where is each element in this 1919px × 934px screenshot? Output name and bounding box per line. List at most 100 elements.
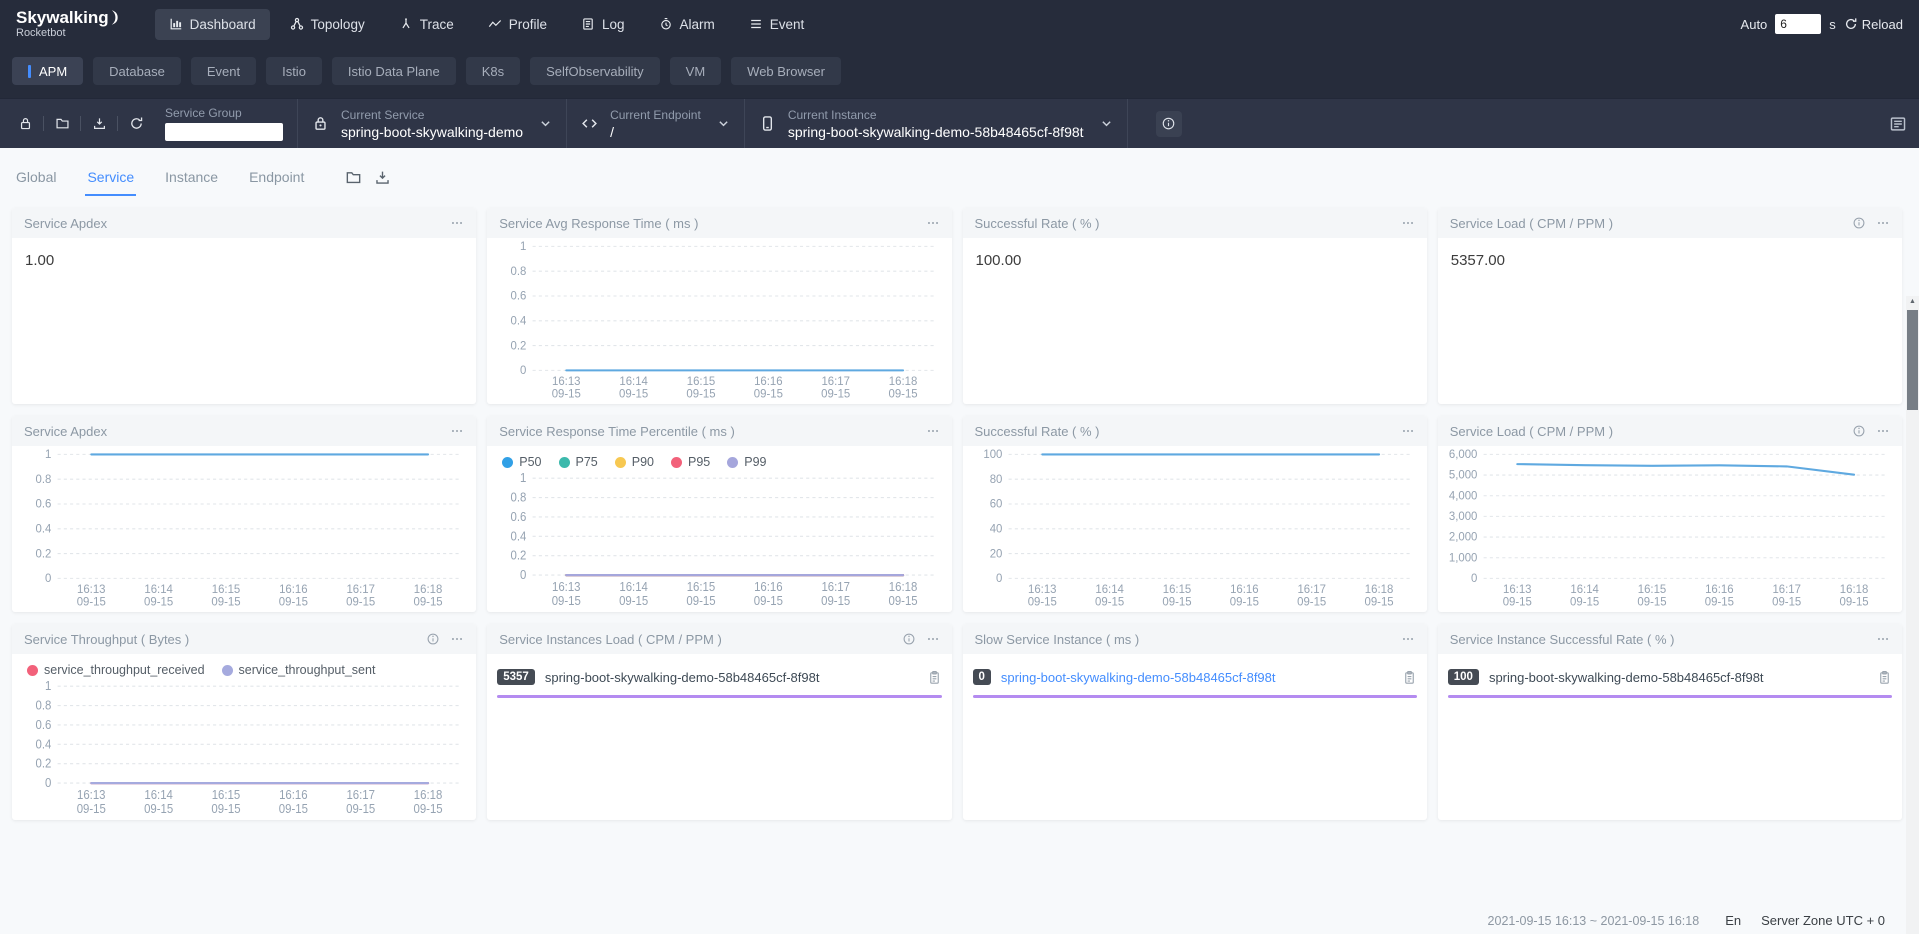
app-logo[interactable]: Skywalking Rocketbot: [16, 9, 119, 40]
instance-row[interactable]: 0spring-boot-skywalking-demo-58b48465cf-…: [973, 661, 1417, 693]
more-icon[interactable]: [1876, 632, 1890, 646]
current-instance-selector[interactable]: Current Instance spring-boot-skywalking-…: [759, 108, 1113, 140]
tab-endpoint[interactable]: Endpoint: [247, 169, 306, 196]
log-icon: [581, 17, 595, 31]
svg-text:0.4: 0.4: [36, 737, 52, 752]
legend-item[interactable]: P99: [727, 455, 766, 469]
template-tab-label: Istio: [282, 64, 306, 79]
more-icon[interactable]: [1401, 216, 1415, 230]
language-selector[interactable]: En: [1725, 913, 1741, 928]
chart-service-load-trend: 01,0002,0003,0004,0005,0006,00016:1309-1…: [1438, 446, 1902, 612]
template-tab-selfobservability[interactable]: SelfObservability: [530, 57, 660, 85]
svg-text:16:14: 16:14: [620, 580, 649, 595]
export-button[interactable]: [84, 113, 114, 135]
nav-item-event[interactable]: Event: [735, 9, 819, 40]
info-icon[interactable]: [1852, 424, 1866, 438]
svg-text:1: 1: [520, 471, 527, 486]
scrollbar-up-arrow[interactable]: ▲: [1906, 296, 1919, 308]
legend-item[interactable]: P90: [615, 455, 654, 469]
more-icon[interactable]: [926, 216, 940, 230]
panel-grid: Service Apdex1.00Service Avg Response Ti…: [12, 208, 1902, 820]
panel-service-load-trend: Service Load ( CPM / PPM )01,0002,0003,0…: [1438, 416, 1902, 612]
nav-item-log[interactable]: Log: [567, 9, 639, 40]
more-icon[interactable]: [450, 424, 464, 438]
legend-item[interactable]: P50: [502, 455, 541, 469]
dashboard-manage-button[interactable]: [47, 113, 77, 135]
panel-header-icons: [1852, 216, 1890, 230]
info-icon[interactable]: [426, 632, 440, 646]
refresh-button[interactable]: [121, 113, 151, 135]
legend-item[interactable]: P95: [671, 455, 710, 469]
template-tab-label: Event: [207, 64, 240, 79]
skywalking-dashboard: Skywalking Rocketbot DashboardTopologyTr…: [0, 0, 1919, 934]
template-tab-event[interactable]: Event: [191, 57, 256, 85]
legend-label: P90: [632, 455, 654, 469]
time-range[interactable]: 2021-09-15 16:13 ~ 2021-09-15 16:18: [1488, 914, 1700, 928]
more-icon[interactable]: [450, 632, 464, 646]
more-icon[interactable]: [1401, 424, 1415, 438]
tab-instance[interactable]: Instance: [163, 169, 220, 196]
panel-header: Successful Rate ( % ): [963, 416, 1427, 446]
info-icon[interactable]: [1852, 216, 1866, 230]
svg-text:0.8: 0.8: [511, 490, 527, 505]
more-icon[interactable]: [450, 216, 464, 230]
template-tab-apm[interactable]: APM: [12, 57, 83, 85]
more-icon[interactable]: [926, 632, 940, 646]
legend-item[interactable]: service_throughput_received: [27, 663, 205, 677]
template-tab-k8s[interactable]: K8s: [466, 57, 520, 85]
service-group-input[interactable]: [165, 123, 283, 141]
toolbar-divider: [297, 99, 298, 148]
selection-indicator: [973, 695, 1417, 698]
info-icon[interactable]: [902, 632, 916, 646]
clipboard-icon[interactable]: [1877, 670, 1892, 685]
svg-text:20: 20: [989, 548, 1002, 560]
instance-name[interactable]: spring-boot-skywalking-demo-58b48465cf-8…: [545, 670, 820, 685]
auto-interval-input[interactable]: [1775, 14, 1821, 34]
more-icon[interactable]: [1876, 216, 1890, 230]
nav-item-topology[interactable]: Topology: [276, 9, 379, 40]
svg-text:09-15: 09-15: [889, 594, 918, 609]
instance-name[interactable]: spring-boot-skywalking-demo-58b48465cf-8…: [1489, 670, 1764, 685]
chevron-down-icon[interactable]: [1100, 117, 1113, 130]
more-icon[interactable]: [926, 424, 940, 438]
clipboard-icon[interactable]: [1402, 670, 1417, 685]
tab-service[interactable]: Service: [85, 169, 136, 196]
folder-icon[interactable]: [345, 169, 362, 186]
nav-item-trace[interactable]: Trace: [385, 9, 468, 40]
svg-text:09-15: 09-15: [754, 594, 783, 609]
current-endpoint-selector[interactable]: Current Endpoint /: [581, 108, 730, 140]
nav-item-dashboard[interactable]: Dashboard: [155, 9, 270, 40]
info-button[interactable]: [1156, 111, 1182, 137]
more-icon[interactable]: [1876, 424, 1890, 438]
lock-button[interactable]: [10, 113, 40, 135]
template-tab-istio[interactable]: Istio: [266, 57, 322, 85]
legend-item[interactable]: service_throughput_sent: [222, 663, 376, 677]
instance-name[interactable]: spring-boot-skywalking-demo-58b48465cf-8…: [1001, 670, 1276, 685]
more-icon[interactable]: [1401, 632, 1415, 646]
chevron-down-icon[interactable]: [539, 117, 552, 130]
sidebar-toggle-icon[interactable]: [1889, 115, 1907, 133]
panel-header: Service Apdex: [12, 416, 476, 446]
reload-button[interactable]: Reload: [1844, 17, 1903, 32]
instance-row[interactable]: 5357spring-boot-skywalking-demo-58b48465…: [497, 661, 941, 693]
chevron-down-icon[interactable]: [717, 117, 730, 130]
template-tab-istio-data-plane[interactable]: Istio Data Plane: [332, 57, 456, 85]
panel-body: 5357.00: [1438, 238, 1902, 404]
current-service-text: Current Service spring-boot-skywalking-d…: [341, 108, 523, 140]
instance-row[interactable]: 100 spring-boot-skywalking-demo-58b48465c…: [1448, 661, 1892, 693]
current-service-selector[interactable]: Current Service spring-boot-skywalking-d…: [312, 108, 552, 140]
scrollbar-thumb[interactable]: [1907, 310, 1918, 410]
value-badge: 100: [1448, 669, 1479, 685]
nav-item-alarm[interactable]: Alarm: [645, 9, 729, 40]
template-tab-vm[interactable]: VM: [670, 57, 722, 85]
tab-global[interactable]: Global: [14, 169, 58, 196]
template-tab-label: APM: [39, 64, 67, 79]
legend-item[interactable]: P75: [559, 455, 598, 469]
template-tab-database[interactable]: Database: [93, 57, 181, 85]
nav-item-profile[interactable]: Profile: [474, 9, 561, 40]
svg-text:16:18: 16:18: [1840, 584, 1869, 596]
server-zone-selector[interactable]: Server Zone UTC + 0: [1761, 913, 1885, 928]
template-tab-web-browser[interactable]: Web Browser: [731, 57, 841, 85]
download-icon[interactable]: [374, 169, 391, 186]
clipboard-icon[interactable]: [927, 670, 942, 685]
